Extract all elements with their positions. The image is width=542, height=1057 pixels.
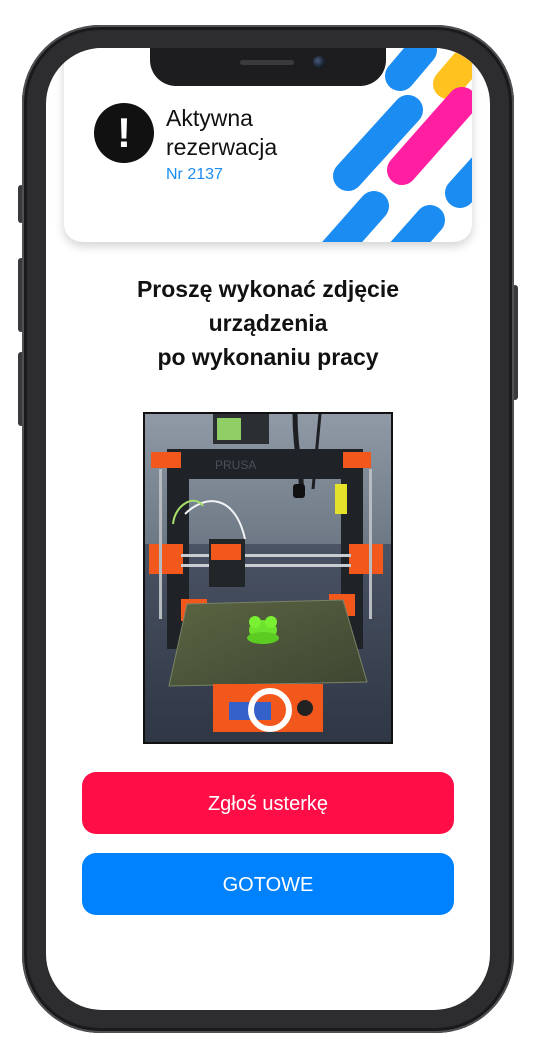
instruction-line-3: po wykonaniu pracy — [157, 344, 379, 370]
done-button[interactable]: GOTOWE — [82, 853, 454, 915]
photo-instruction: Proszę wykonać zdjęcie urządzenia po wyk… — [66, 272, 470, 374]
instruction-line-1: Proszę wykonać zdjęcie — [136, 276, 400, 302]
3d-printer-photo: PRUSA — [145, 414, 391, 742]
reservation-number: Nr 2137 — [166, 166, 223, 183]
device-mockup: ! Aktywna rezerwacja Nr 2137 Proszę wyko… — [0, 0, 542, 1057]
instruction-line-2: urządzenia — [208, 310, 328, 336]
svg-text:PRUSA: PRUSA — [215, 458, 256, 472]
app-screen: ! Aktywna rezerwacja Nr 2137 Proszę wyko… — [46, 48, 490, 1010]
speaker-grille — [240, 60, 294, 65]
front-camera — [313, 56, 325, 68]
report-issue-button[interactable]: Zgłoś usterkę — [82, 772, 454, 834]
exclamation-icon: ! — [94, 103, 154, 163]
reservation-status-title: Aktywna rezerwacja — [166, 105, 278, 160]
notch — [150, 48, 386, 86]
device-photo-preview: PRUSA — [143, 412, 393, 744]
